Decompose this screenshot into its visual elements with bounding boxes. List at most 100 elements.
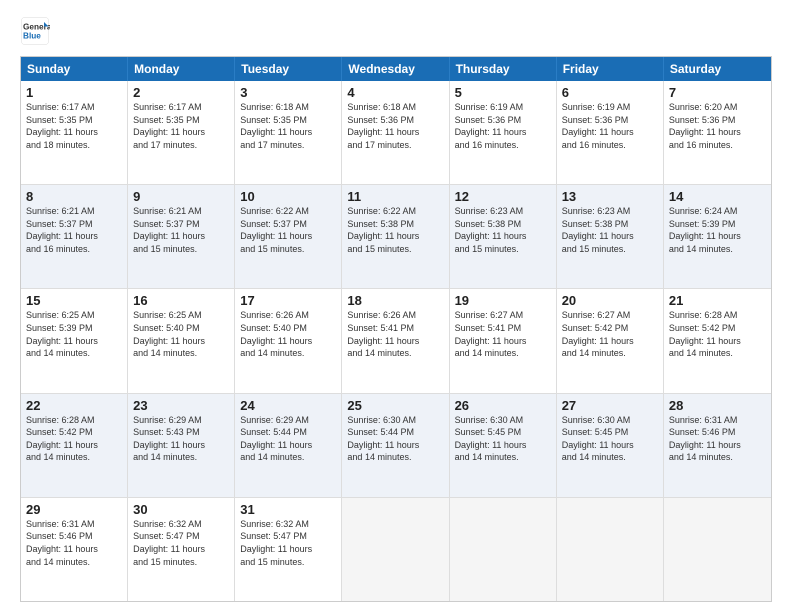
day-info: Sunrise: 6:21 AMSunset: 5:37 PMDaylight:… (133, 205, 229, 255)
svg-text:General: General (23, 23, 50, 32)
day-info: Sunrise: 6:23 AMSunset: 5:38 PMDaylight:… (562, 205, 658, 255)
day-info: Sunrise: 6:22 AMSunset: 5:38 PMDaylight:… (347, 205, 443, 255)
day-info: Sunrise: 6:28 AMSunset: 5:42 PMDaylight:… (26, 414, 122, 464)
day-number: 23 (133, 398, 229, 413)
calendar-cell: 5Sunrise: 6:19 AMSunset: 5:36 PMDaylight… (450, 81, 557, 184)
day-number: 25 (347, 398, 443, 413)
day-info: Sunrise: 6:30 AMSunset: 5:44 PMDaylight:… (347, 414, 443, 464)
day-number: 9 (133, 189, 229, 204)
day-info: Sunrise: 6:26 AMSunset: 5:40 PMDaylight:… (240, 309, 336, 359)
day-info: Sunrise: 6:30 AMSunset: 5:45 PMDaylight:… (455, 414, 551, 464)
day-number: 1 (26, 85, 122, 100)
day-number: 16 (133, 293, 229, 308)
day-number: 27 (562, 398, 658, 413)
day-number: 15 (26, 293, 122, 308)
svg-text:Blue: Blue (23, 32, 41, 41)
day-info: Sunrise: 6:23 AMSunset: 5:38 PMDaylight:… (455, 205, 551, 255)
day-info: Sunrise: 6:31 AMSunset: 5:46 PMDaylight:… (669, 414, 766, 464)
day-number: 3 (240, 85, 336, 100)
day-info: Sunrise: 6:30 AMSunset: 5:45 PMDaylight:… (562, 414, 658, 464)
logo: General Blue (20, 16, 50, 46)
calendar-cell: 20Sunrise: 6:27 AMSunset: 5:42 PMDayligh… (557, 289, 664, 392)
calendar-cell: 17Sunrise: 6:26 AMSunset: 5:40 PMDayligh… (235, 289, 342, 392)
day-number: 21 (669, 293, 766, 308)
calendar-cell: 11Sunrise: 6:22 AMSunset: 5:38 PMDayligh… (342, 185, 449, 288)
calendar-cell: 18Sunrise: 6:26 AMSunset: 5:41 PMDayligh… (342, 289, 449, 392)
day-number: 11 (347, 189, 443, 204)
day-number: 5 (455, 85, 551, 100)
day-info: Sunrise: 6:20 AMSunset: 5:36 PMDaylight:… (669, 101, 766, 151)
day-number: 10 (240, 189, 336, 204)
day-number: 13 (562, 189, 658, 204)
page: General Blue SundayMondayTuesdayWednesda… (0, 0, 792, 612)
calendar-cell: 14Sunrise: 6:24 AMSunset: 5:39 PMDayligh… (664, 185, 771, 288)
calendar-header: SundayMondayTuesdayWednesdayThursdayFrid… (21, 57, 771, 81)
day-info: Sunrise: 6:27 AMSunset: 5:41 PMDaylight:… (455, 309, 551, 359)
calendar-cell: 1Sunrise: 6:17 AMSunset: 5:35 PMDaylight… (21, 81, 128, 184)
calendar-cell: 19Sunrise: 6:27 AMSunset: 5:41 PMDayligh… (450, 289, 557, 392)
calendar-cell (450, 498, 557, 601)
day-number: 14 (669, 189, 766, 204)
day-number: 8 (26, 189, 122, 204)
calendar-row: 15Sunrise: 6:25 AMSunset: 5:39 PMDayligh… (21, 289, 771, 393)
calendar-cell: 26Sunrise: 6:30 AMSunset: 5:45 PMDayligh… (450, 394, 557, 497)
calendar-cell (664, 498, 771, 601)
weekday-header: Thursday (450, 57, 557, 81)
day-number: 22 (26, 398, 122, 413)
calendar-row: 29Sunrise: 6:31 AMSunset: 5:46 PMDayligh… (21, 498, 771, 601)
weekday-header: Tuesday (235, 57, 342, 81)
calendar-cell: 28Sunrise: 6:31 AMSunset: 5:46 PMDayligh… (664, 394, 771, 497)
calendar-cell: 9Sunrise: 6:21 AMSunset: 5:37 PMDaylight… (128, 185, 235, 288)
calendar-cell: 8Sunrise: 6:21 AMSunset: 5:37 PMDaylight… (21, 185, 128, 288)
day-info: Sunrise: 6:26 AMSunset: 5:41 PMDaylight:… (347, 309, 443, 359)
calendar-cell: 21Sunrise: 6:28 AMSunset: 5:42 PMDayligh… (664, 289, 771, 392)
calendar-cell: 30Sunrise: 6:32 AMSunset: 5:47 PMDayligh… (128, 498, 235, 601)
day-info: Sunrise: 6:25 AMSunset: 5:40 PMDaylight:… (133, 309, 229, 359)
calendar-cell: 25Sunrise: 6:30 AMSunset: 5:44 PMDayligh… (342, 394, 449, 497)
day-info: Sunrise: 6:25 AMSunset: 5:39 PMDaylight:… (26, 309, 122, 359)
day-info: Sunrise: 6:18 AMSunset: 5:36 PMDaylight:… (347, 101, 443, 151)
day-info: Sunrise: 6:19 AMSunset: 5:36 PMDaylight:… (455, 101, 551, 151)
calendar-cell: 10Sunrise: 6:22 AMSunset: 5:37 PMDayligh… (235, 185, 342, 288)
day-info: Sunrise: 6:21 AMSunset: 5:37 PMDaylight:… (26, 205, 122, 255)
calendar-cell: 4Sunrise: 6:18 AMSunset: 5:36 PMDaylight… (342, 81, 449, 184)
day-number: 7 (669, 85, 766, 100)
calendar-cell: 6Sunrise: 6:19 AMSunset: 5:36 PMDaylight… (557, 81, 664, 184)
day-info: Sunrise: 6:18 AMSunset: 5:35 PMDaylight:… (240, 101, 336, 151)
calendar-cell: 29Sunrise: 6:31 AMSunset: 5:46 PMDayligh… (21, 498, 128, 601)
day-info: Sunrise: 6:32 AMSunset: 5:47 PMDaylight:… (133, 518, 229, 568)
calendar-cell: 15Sunrise: 6:25 AMSunset: 5:39 PMDayligh… (21, 289, 128, 392)
calendar-row: 1Sunrise: 6:17 AMSunset: 5:35 PMDaylight… (21, 81, 771, 185)
calendar-cell: 7Sunrise: 6:20 AMSunset: 5:36 PMDaylight… (664, 81, 771, 184)
day-number: 18 (347, 293, 443, 308)
day-number: 20 (562, 293, 658, 308)
calendar-cell (557, 498, 664, 601)
day-info: Sunrise: 6:29 AMSunset: 5:43 PMDaylight:… (133, 414, 229, 464)
day-number: 17 (240, 293, 336, 308)
day-number: 2 (133, 85, 229, 100)
day-info: Sunrise: 6:17 AMSunset: 5:35 PMDaylight:… (26, 101, 122, 151)
weekday-header: Friday (557, 57, 664, 81)
day-number: 6 (562, 85, 658, 100)
calendar-cell: 23Sunrise: 6:29 AMSunset: 5:43 PMDayligh… (128, 394, 235, 497)
logo-icon: General Blue (20, 16, 50, 46)
calendar-cell: 16Sunrise: 6:25 AMSunset: 5:40 PMDayligh… (128, 289, 235, 392)
day-info: Sunrise: 6:17 AMSunset: 5:35 PMDaylight:… (133, 101, 229, 151)
header: General Blue (20, 16, 772, 46)
calendar-cell (342, 498, 449, 601)
day-info: Sunrise: 6:22 AMSunset: 5:37 PMDaylight:… (240, 205, 336, 255)
day-info: Sunrise: 6:32 AMSunset: 5:47 PMDaylight:… (240, 518, 336, 568)
day-info: Sunrise: 6:29 AMSunset: 5:44 PMDaylight:… (240, 414, 336, 464)
calendar-cell: 24Sunrise: 6:29 AMSunset: 5:44 PMDayligh… (235, 394, 342, 497)
calendar-row: 8Sunrise: 6:21 AMSunset: 5:37 PMDaylight… (21, 185, 771, 289)
day-number: 12 (455, 189, 551, 204)
day-info: Sunrise: 6:31 AMSunset: 5:46 PMDaylight:… (26, 518, 122, 568)
day-number: 4 (347, 85, 443, 100)
calendar-cell: 2Sunrise: 6:17 AMSunset: 5:35 PMDaylight… (128, 81, 235, 184)
calendar-cell: 12Sunrise: 6:23 AMSunset: 5:38 PMDayligh… (450, 185, 557, 288)
weekday-header: Saturday (664, 57, 771, 81)
calendar-body: 1Sunrise: 6:17 AMSunset: 5:35 PMDaylight… (21, 81, 771, 601)
calendar-cell: 13Sunrise: 6:23 AMSunset: 5:38 PMDayligh… (557, 185, 664, 288)
day-info: Sunrise: 6:28 AMSunset: 5:42 PMDaylight:… (669, 309, 766, 359)
calendar: SundayMondayTuesdayWednesdayThursdayFrid… (20, 56, 772, 602)
